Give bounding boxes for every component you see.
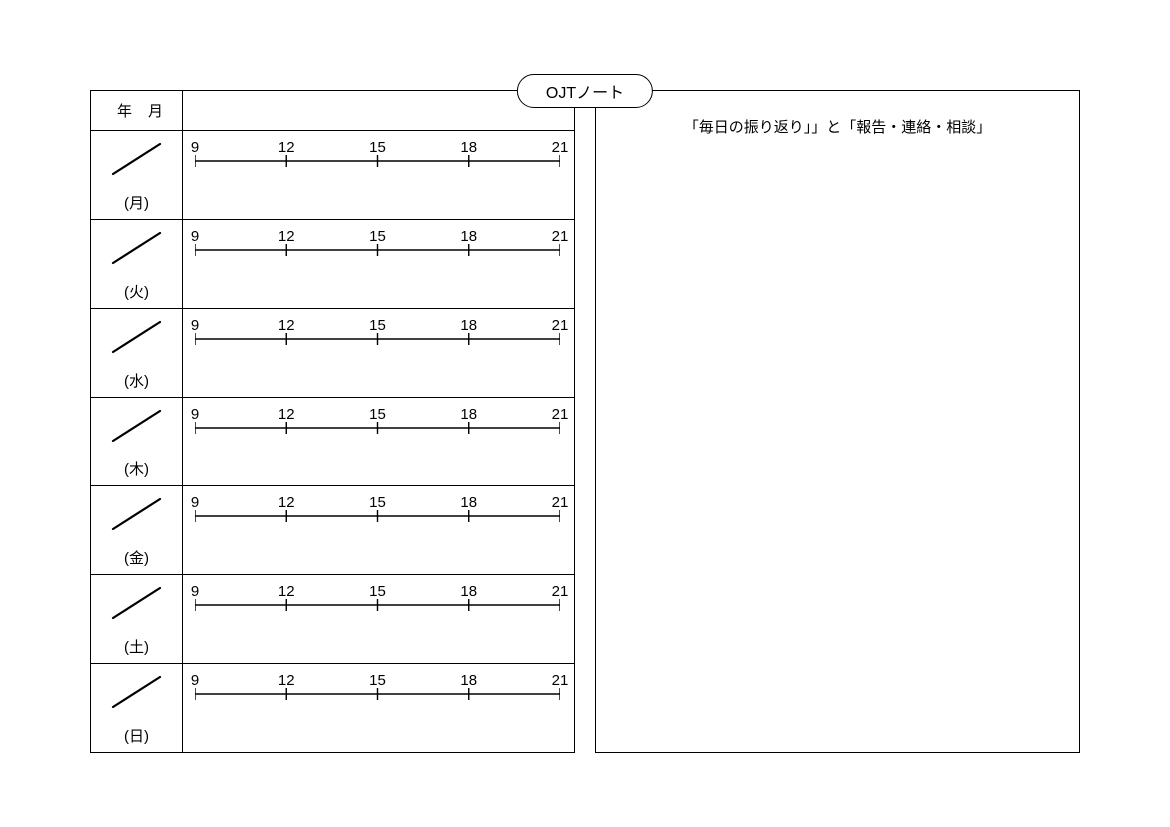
timeline-tick-label: 21 [552, 583, 569, 600]
day-of-week-label: (木) [91, 458, 182, 479]
date-column: (月) [91, 131, 183, 219]
timeline-tick-label: 18 [460, 317, 477, 334]
date-slash-icon [109, 318, 164, 356]
timeline-tick-label: 21 [552, 317, 569, 334]
day-of-week-label: (火) [91, 281, 182, 302]
timeline-tick-label: 12 [278, 494, 295, 511]
timeline-tick-label: 15 [369, 139, 386, 156]
timeline: 912151821 [195, 672, 560, 712]
timeline-column: 9 12 15 18 21 [183, 398, 574, 486]
date-column: (木) [91, 398, 183, 486]
timeline: 912151821 [195, 228, 560, 268]
timeline-tick-label: 21 [552, 672, 569, 689]
timeline-tick-label: 9 [191, 228, 199, 245]
date-slash-icon [109, 140, 164, 178]
date-slash-icon [109, 229, 164, 267]
timeline-tick-label: 9 [191, 494, 199, 511]
day-row: (木) 9 12 15 18 21 [91, 398, 574, 487]
timeline-tick-label: 15 [369, 228, 386, 245]
timeline-tick-label: 9 [191, 583, 199, 600]
timeline-tick-label: 15 [369, 317, 386, 334]
timeline-tick-label: 18 [460, 494, 477, 511]
date-slash-icon [109, 407, 164, 445]
date-column: (日) [91, 664, 183, 752]
date-slash-icon [109, 495, 164, 533]
header-timeline-spacer [183, 91, 574, 130]
day-row: (土) 9 12 15 18 21 [91, 575, 574, 664]
timeline-tick-label: 12 [278, 406, 295, 423]
timeline: 912151821 [195, 139, 560, 179]
timeline: 912151821 [195, 406, 560, 446]
timeline: 912151821 [195, 317, 560, 357]
day-of-week-label: (金) [91, 547, 182, 568]
timeline-tick-label: 12 [278, 317, 295, 334]
timeline-tick-label: 21 [552, 139, 569, 156]
date-column: (金) [91, 486, 183, 574]
timeline-tick-label: 15 [369, 672, 386, 689]
timeline-tick-label: 18 [460, 406, 477, 423]
day-row: (月) 9 12 15 18 21 [91, 131, 574, 220]
timeline-tick-label: 12 [278, 583, 295, 600]
week-schedule-panel: 年月 (月)912151821(火)912151821(水)912151821(… [90, 90, 575, 753]
reflection-panel: 「毎日の振り返り」」と「報告・連絡・相談」 [595, 90, 1080, 753]
day-of-week-label: (月) [91, 192, 182, 213]
day-row: (日) 9 12 15 18 21 [91, 664, 574, 752]
timeline-tick-label: 15 [369, 494, 386, 511]
timeline-tick-label: 18 [460, 583, 477, 600]
timeline-tick-label: 9 [191, 317, 199, 334]
date-slash-icon [109, 673, 164, 711]
day-of-week-label: (土) [91, 636, 182, 657]
date-column: (火) [91, 220, 183, 308]
day-row: (金) 9 12 15 18 21 [91, 486, 574, 575]
page-title: OJTノート [517, 74, 653, 108]
timeline-tick-label: 15 [369, 406, 386, 423]
day-row: (火) 9 12 15 18 21 [91, 220, 574, 309]
timeline-tick-label: 9 [191, 406, 199, 423]
year-label: 年 [117, 100, 148, 121]
day-of-week-label: (日) [91, 725, 182, 746]
timeline-tick-label: 18 [460, 139, 477, 156]
timeline-tick-label: 15 [369, 583, 386, 600]
timeline-tick-label: 9 [191, 672, 199, 689]
timeline-tick-label: 18 [460, 228, 477, 245]
day-row: (水) 9 12 15 18 21 [91, 309, 574, 398]
day-of-week-label: (水) [91, 370, 182, 391]
timeline-tick-label: 12 [278, 139, 295, 156]
week-header-row: 年月 [91, 91, 574, 131]
timeline-tick-label: 18 [460, 672, 477, 689]
timeline-tick-label: 12 [278, 228, 295, 245]
month-label: 月 [148, 100, 179, 121]
timeline-tick-label: 21 [552, 406, 569, 423]
timeline-tick-label: 9 [191, 139, 199, 156]
timeline-column: 9 12 15 18 21 [183, 575, 574, 663]
year-month-header: 年月 [91, 91, 183, 130]
date-column: (水) [91, 309, 183, 397]
date-slash-icon [109, 584, 164, 622]
timeline: 912151821 [195, 494, 560, 534]
date-column: (土) [91, 575, 183, 663]
timeline-tick-label: 12 [278, 672, 295, 689]
page-container: OJTノート 年月 (月)912151821(火)912151821(水)912… [90, 90, 1080, 737]
timeline-tick-label: 21 [552, 494, 569, 511]
timeline-tick-label: 21 [552, 228, 569, 245]
timeline-column: 9 12 15 18 21 [183, 220, 574, 308]
timeline-column: 9 12 15 18 21 [183, 131, 574, 219]
timeline-column: 9 12 15 18 21 [183, 664, 574, 752]
timeline-column: 9 12 15 18 21 [183, 486, 574, 574]
timeline-column: 9 12 15 18 21 [183, 309, 574, 397]
timeline: 912151821 [195, 583, 560, 623]
reflection-panel-title: 「毎日の振り返り」」と「報告・連絡・相談」 [596, 116, 1079, 137]
